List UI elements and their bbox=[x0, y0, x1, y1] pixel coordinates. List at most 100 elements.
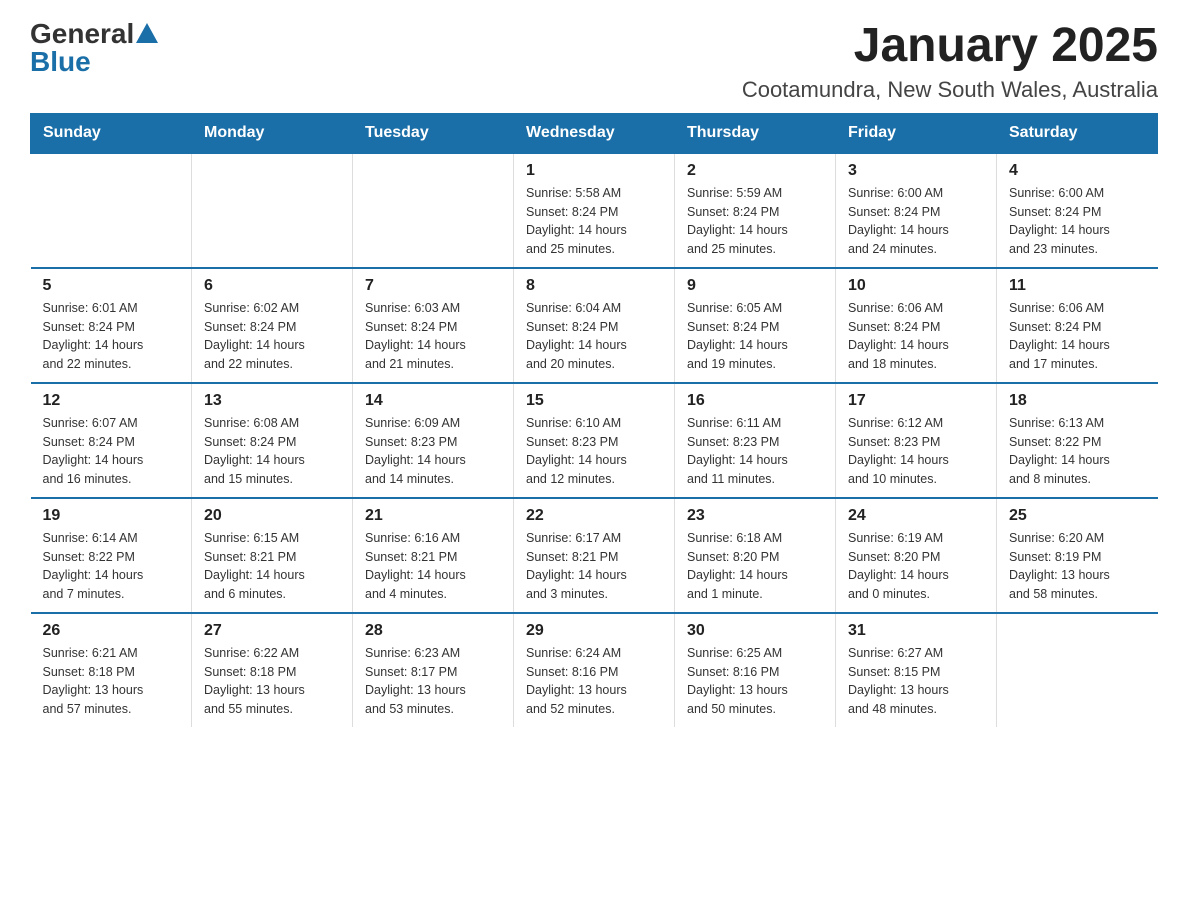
calendar-cell: 24Sunrise: 6:19 AM Sunset: 8:20 PM Dayli… bbox=[836, 498, 997, 613]
day-info: Sunrise: 6:14 AM Sunset: 8:22 PM Dayligh… bbox=[43, 529, 180, 604]
calendar-table: Sunday Monday Tuesday Wednesday Thursday… bbox=[30, 113, 1158, 727]
day-number: 10 bbox=[848, 277, 984, 295]
calendar-cell: 4 Sunrise: 6:00 AM Sunset: 8:24 PM Daylig… bbox=[997, 153, 1158, 268]
calendar-cell: 6Sunrise: 6:02 AM Sunset: 8:24 PM Daylig… bbox=[192, 268, 353, 383]
day-info: Sunrise: 6:22 AM Sunset: 8:18 PM Dayligh… bbox=[204, 644, 340, 719]
calendar-cell: 23 Sunrise: 6:18 AM Sunset: 8:20 PM Dayli… bbox=[675, 498, 836, 613]
calendar-cell: 12 Sunrise: 6:07 AM Sunset: 8:24 PM Dayli… bbox=[31, 383, 192, 498]
calendar-cell: 14Sunrise: 6:09 AM Sunset: 8:23 PM Dayli… bbox=[353, 383, 514, 498]
col-wednesday: Wednesday bbox=[514, 113, 675, 153]
calendar-cell: 18 Sunrise: 6:13 AM Sunset: 8:22 PM Dayli… bbox=[997, 383, 1158, 498]
calendar-cell: 10 Sunrise: 6:06 AM Sunset: 8:24 PM Dayli… bbox=[836, 268, 997, 383]
calendar-cell: 21Sunrise: 6:16 AM Sunset: 8:21 PM Dayli… bbox=[353, 498, 514, 613]
day-number: 4 bbox=[1009, 162, 1146, 180]
logo: General Blue bbox=[30, 20, 158, 76]
day-info: Sunrise: 6:10 AM Sunset: 8:23 PM Dayligh… bbox=[526, 414, 662, 489]
day-number: 22 bbox=[526, 507, 662, 525]
title-area: January 2025 Cootamundra, New South Wale… bbox=[742, 20, 1158, 103]
day-number: 27 bbox=[204, 622, 340, 640]
day-number: 30 bbox=[687, 622, 823, 640]
day-info: Sunrise: 6:06 AM Sunset: 8:24 PM Dayligh… bbox=[848, 299, 984, 374]
day-number: 5 bbox=[43, 277, 180, 295]
day-number: 24 bbox=[848, 507, 984, 525]
day-info: Sunrise: 5:58 AM Sunset: 8:24 PM Dayligh… bbox=[526, 184, 662, 259]
logo-blue: Blue bbox=[30, 48, 91, 76]
day-info: Sunrise: 6:25 AM Sunset: 8:16 PM Dayligh… bbox=[687, 644, 823, 719]
day-number: 28 bbox=[365, 622, 501, 640]
col-monday: Monday bbox=[192, 113, 353, 153]
calendar-cell: 20 Sunrise: 6:15 AM Sunset: 8:21 PM Dayli… bbox=[192, 498, 353, 613]
day-number: 8 bbox=[526, 277, 662, 295]
day-info: Sunrise: 6:24 AM Sunset: 8:16 PM Dayligh… bbox=[526, 644, 662, 719]
day-number: 12 bbox=[43, 392, 180, 410]
header-row: Sunday Monday Tuesday Wednesday Thursday… bbox=[31, 113, 1158, 153]
calendar-cell: 31Sunrise: 6:27 AM Sunset: 8:15 PM Dayli… bbox=[836, 613, 997, 727]
logo-triangle-icon bbox=[136, 23, 158, 43]
day-number: 14 bbox=[365, 392, 501, 410]
day-info: Sunrise: 6:00 AM Sunset: 8:24 PM Dayligh… bbox=[1009, 184, 1146, 259]
calendar-cell: 19 Sunrise: 6:14 AM Sunset: 8:22 PM Dayli… bbox=[31, 498, 192, 613]
day-number: 21 bbox=[365, 507, 501, 525]
day-info: Sunrise: 6:07 AM Sunset: 8:24 PM Dayligh… bbox=[43, 414, 180, 489]
day-number: 7 bbox=[365, 277, 501, 295]
calendar-cell: 26Sunrise: 6:21 AM Sunset: 8:18 PM Dayli… bbox=[31, 613, 192, 727]
col-thursday: Thursday bbox=[675, 113, 836, 153]
day-info: Sunrise: 6:00 AM Sunset: 8:24 PM Dayligh… bbox=[848, 184, 984, 259]
day-info: Sunrise: 6:04 AM Sunset: 8:24 PM Dayligh… bbox=[526, 299, 662, 374]
day-info: Sunrise: 6:23 AM Sunset: 8:17 PM Dayligh… bbox=[365, 644, 501, 719]
day-info: Sunrise: 6:13 AM Sunset: 8:22 PM Dayligh… bbox=[1009, 414, 1146, 489]
calendar-cell: 17 Sunrise: 6:12 AM Sunset: 8:23 PM Dayli… bbox=[836, 383, 997, 498]
week-row-0: 1 Sunrise: 5:58 AM Sunset: 8:24 PM Daylig… bbox=[31, 153, 1158, 268]
day-number: 13 bbox=[204, 392, 340, 410]
header-area: General Blue January 2025 Cootamundra, N… bbox=[30, 20, 1158, 103]
calendar-subtitle: Cootamundra, New South Wales, Australia bbox=[742, 77, 1158, 103]
day-number: 19 bbox=[43, 507, 180, 525]
day-number: 16 bbox=[687, 392, 823, 410]
calendar-cell: 28 Sunrise: 6:23 AM Sunset: 8:17 PM Dayli… bbox=[353, 613, 514, 727]
calendar-cell: 9Sunrise: 6:05 AM Sunset: 8:24 PM Daylig… bbox=[675, 268, 836, 383]
day-info: Sunrise: 5:59 AM Sunset: 8:24 PM Dayligh… bbox=[687, 184, 823, 259]
day-number: 18 bbox=[1009, 392, 1146, 410]
day-number: 25 bbox=[1009, 507, 1146, 525]
calendar-cell: 11 Sunrise: 6:06 AM Sunset: 8:24 PM Dayli… bbox=[997, 268, 1158, 383]
day-number: 3 bbox=[848, 162, 984, 180]
day-number: 17 bbox=[848, 392, 984, 410]
day-info: Sunrise: 6:02 AM Sunset: 8:24 PM Dayligh… bbox=[204, 299, 340, 374]
calendar-cell: 22 Sunrise: 6:17 AM Sunset: 8:21 PM Dayli… bbox=[514, 498, 675, 613]
day-info: Sunrise: 6:15 AM Sunset: 8:21 PM Dayligh… bbox=[204, 529, 340, 604]
day-info: Sunrise: 6:11 AM Sunset: 8:23 PM Dayligh… bbox=[687, 414, 823, 489]
calendar-title: January 2025 bbox=[742, 20, 1158, 73]
logo-general: General bbox=[30, 20, 134, 48]
day-number: 15 bbox=[526, 392, 662, 410]
week-row-3: 19 Sunrise: 6:14 AM Sunset: 8:22 PM Dayli… bbox=[31, 498, 1158, 613]
week-row-4: 26Sunrise: 6:21 AM Sunset: 8:18 PM Dayli… bbox=[31, 613, 1158, 727]
day-info: Sunrise: 6:08 AM Sunset: 8:24 PM Dayligh… bbox=[204, 414, 340, 489]
col-sunday: Sunday bbox=[31, 113, 192, 153]
calendar-cell: 29Sunrise: 6:24 AM Sunset: 8:16 PM Dayli… bbox=[514, 613, 675, 727]
week-row-1: 5 Sunrise: 6:01 AM Sunset: 8:24 PM Daylig… bbox=[31, 268, 1158, 383]
day-info: Sunrise: 6:18 AM Sunset: 8:20 PM Dayligh… bbox=[687, 529, 823, 604]
day-info: Sunrise: 6:01 AM Sunset: 8:24 PM Dayligh… bbox=[43, 299, 180, 374]
day-info: Sunrise: 6:05 AM Sunset: 8:24 PM Dayligh… bbox=[687, 299, 823, 374]
day-number: 2 bbox=[687, 162, 823, 180]
day-info: Sunrise: 6:12 AM Sunset: 8:23 PM Dayligh… bbox=[848, 414, 984, 489]
calendar-cell bbox=[353, 153, 514, 268]
week-row-2: 12 Sunrise: 6:07 AM Sunset: 8:24 PM Dayli… bbox=[31, 383, 1158, 498]
calendar-cell: 2 Sunrise: 5:59 AM Sunset: 8:24 PM Daylig… bbox=[675, 153, 836, 268]
day-info: Sunrise: 6:17 AM Sunset: 8:21 PM Dayligh… bbox=[526, 529, 662, 604]
col-saturday: Saturday bbox=[997, 113, 1158, 153]
col-friday: Friday bbox=[836, 113, 997, 153]
day-number: 23 bbox=[687, 507, 823, 525]
day-number: 20 bbox=[204, 507, 340, 525]
day-info: Sunrise: 6:03 AM Sunset: 8:24 PM Dayligh… bbox=[365, 299, 501, 374]
calendar-cell: 15 Sunrise: 6:10 AM Sunset: 8:23 PM Dayli… bbox=[514, 383, 675, 498]
calendar-cell: 1 Sunrise: 5:58 AM Sunset: 8:24 PM Daylig… bbox=[514, 153, 675, 268]
calendar-cell: 5 Sunrise: 6:01 AM Sunset: 8:24 PM Daylig… bbox=[31, 268, 192, 383]
calendar-cell: 30 Sunrise: 6:25 AM Sunset: 8:16 PM Dayli… bbox=[675, 613, 836, 727]
calendar-cell: 27 Sunrise: 6:22 AM Sunset: 8:18 PM Dayli… bbox=[192, 613, 353, 727]
day-number: 1 bbox=[526, 162, 662, 180]
calendar-cell bbox=[192, 153, 353, 268]
day-info: Sunrise: 6:06 AM Sunset: 8:24 PM Dayligh… bbox=[1009, 299, 1146, 374]
day-number: 31 bbox=[848, 622, 984, 640]
day-number: 11 bbox=[1009, 277, 1146, 295]
